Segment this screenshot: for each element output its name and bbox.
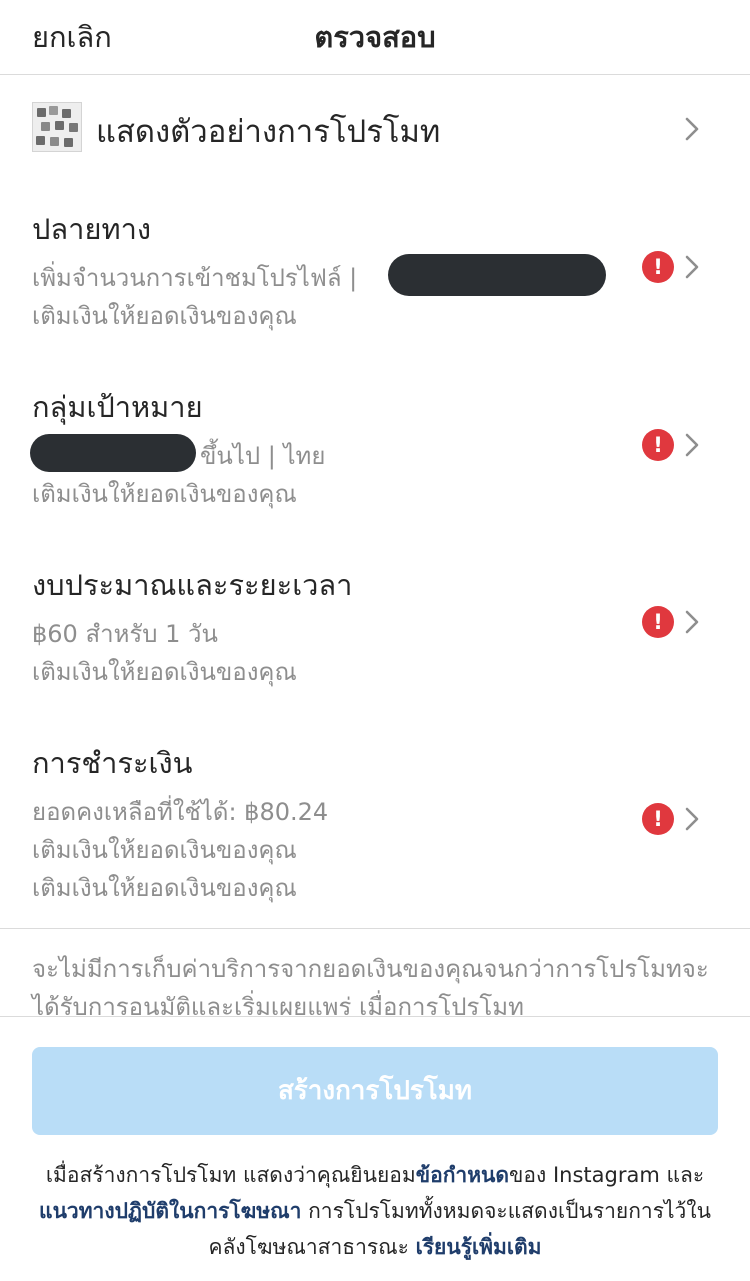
payment-row[interactable]: การชำระเงิน ยอดคงเหลือที่ใช้ได้: ฿80.24 … bbox=[0, 720, 750, 920]
page-title: ตรวจสอบ bbox=[314, 20, 436, 54]
create-promotion-button[interactable]: สร้างการโปรโมท bbox=[32, 1047, 718, 1135]
footer: สร้างการโปรโมท เมื่อสร้างการโปรโมท แสดงว… bbox=[0, 1016, 750, 1281]
audience-title: กลุ่มเป้าหมาย bbox=[32, 390, 203, 424]
payment-title: การชำระเงิน bbox=[32, 746, 193, 780]
post-thumbnail bbox=[32, 102, 82, 152]
payment-warning: เติมเงินให้ยอดเงินของคุณ bbox=[32, 836, 297, 864]
divider bbox=[0, 928, 750, 929]
nav-header: ยกเลิก ตรวจสอบ bbox=[0, 0, 750, 75]
audience-warning: เติมเงินให้ยอดเงินของคุณ bbox=[32, 480, 297, 508]
budget-warning: เติมเงินให้ยอดเงินของคุณ bbox=[32, 658, 297, 686]
ads-policy-link[interactable]: แนวทางปฏิบัติในการโฆษณา bbox=[39, 1199, 301, 1223]
terms-text: เมื่อสร้างการโปรโมท แสดงว่าคุณยินยอมข้อก… bbox=[24, 1157, 726, 1265]
redacted-block bbox=[30, 434, 196, 472]
chevron-right-icon bbox=[679, 432, 705, 458]
terms-prefix: เมื่อสร้างการโปรโมท แสดงว่าคุณยินยอม bbox=[45, 1163, 416, 1187]
preview-promotion-row[interactable]: แสดงตัวอย่างการโปรโมท bbox=[0, 76, 750, 186]
destination-row[interactable]: ปลายทาง เพิ่มจำนวนการเข้าชมโปรไฟล์ | เติ… bbox=[0, 186, 750, 356]
terms-middle: ของ Instagram และ bbox=[509, 1163, 705, 1187]
billing-disclaimer: จะไม่มีการเก็บค่าบริการจากยอดเงินของคุณจ… bbox=[32, 955, 709, 1021]
destination-warning: เติมเงินให้ยอดเงินของคุณ bbox=[32, 302, 297, 330]
audience-row[interactable]: กลุ่มเป้าหมาย ขึ้นไป | ไทย เติมเงินให้ยอ… bbox=[0, 364, 750, 534]
chevron-right-icon bbox=[679, 609, 705, 635]
alert-icon: ! bbox=[642, 251, 674, 283]
payment-warning: เติมเงินให้ยอดเงินของคุณ bbox=[32, 874, 297, 902]
chevron-right-icon bbox=[679, 254, 705, 280]
budget-title: งบประมาณและระยะเวลา bbox=[32, 568, 353, 602]
learn-more-link[interactable]: เรียนรู้เพิ่มเติม bbox=[416, 1235, 542, 1259]
destination-detail: เพิ่มจำนวนการเข้าชมโปรไฟล์ | bbox=[32, 264, 358, 292]
audience-detail: ขึ้นไป | ไทย bbox=[200, 442, 326, 470]
budget-duration-row[interactable]: งบประมาณและระยะเวลา ฿60 สำหรับ 1 วัน เติ… bbox=[0, 542, 750, 712]
preview-label: แสดงตัวอย่างการโปรโมท bbox=[96, 114, 441, 150]
alert-icon: ! bbox=[642, 429, 674, 461]
budget-detail: ฿60 สำหรับ 1 วัน bbox=[32, 620, 218, 648]
balance-detail: ยอดคงเหลือที่ใช้ได้: ฿80.24 bbox=[32, 798, 329, 826]
alert-icon: ! bbox=[642, 803, 674, 835]
chevron-right-icon bbox=[679, 116, 705, 142]
terms-link[interactable]: ข้อกำหนด bbox=[416, 1163, 509, 1187]
redacted-block bbox=[388, 254, 606, 296]
chevron-right-icon bbox=[679, 806, 705, 832]
alert-icon: ! bbox=[642, 606, 674, 638]
destination-title: ปลายทาง bbox=[32, 212, 152, 246]
